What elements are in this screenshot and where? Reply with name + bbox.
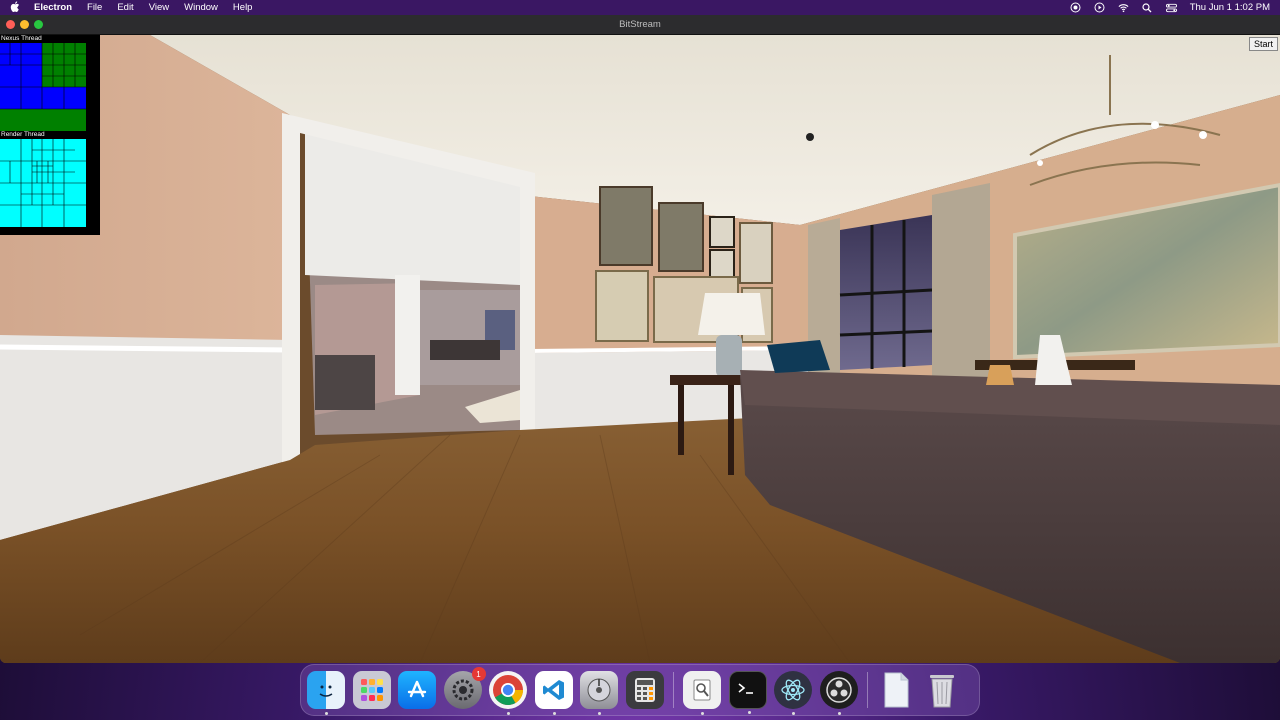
nexus-thread-label: Nexus Thread xyxy=(1,35,42,42)
dock-separator xyxy=(867,672,868,708)
system-settings-icon[interactable]: 1 xyxy=(443,667,486,709)
documents-stack-icon[interactable] xyxy=(877,671,915,709)
apple-menu-icon[interactable] xyxy=(10,0,24,15)
window-titlebar: BitStream xyxy=(0,15,1280,35)
dock-separator xyxy=(673,672,674,708)
running-indicator xyxy=(701,712,704,715)
play-circle-icon[interactable] xyxy=(1094,2,1105,13)
menu-file[interactable]: File xyxy=(87,2,102,13)
screen-record-icon[interactable] xyxy=(1070,2,1081,13)
menu-view[interactable]: View xyxy=(149,2,169,13)
obs-icon[interactable] xyxy=(819,671,858,715)
menu-clock[interactable]: Thu Jun 1 1:02 PM xyxy=(1190,2,1270,13)
running-indicator xyxy=(552,712,556,715)
app-store-icon[interactable] xyxy=(398,671,436,709)
search-icon[interactable] xyxy=(1142,2,1153,13)
running-indicator xyxy=(507,712,510,715)
notification-badge: 1 xyxy=(471,667,486,681)
menu-edit[interactable]: Edit xyxy=(117,2,133,13)
preview-icon[interactable] xyxy=(683,671,721,715)
menu-window[interactable]: Window xyxy=(184,2,218,13)
electron-icon[interactable] xyxy=(774,671,812,715)
running-indicator xyxy=(792,712,795,715)
render-thread-grid xyxy=(0,139,86,227)
debug-thread-panel: Nexus Thread Render Thread xyxy=(0,35,100,235)
minimize-window-button[interactable] xyxy=(20,20,29,29)
trash-icon[interactable] xyxy=(923,671,961,709)
running-indicator xyxy=(837,712,841,715)
dock: 1 xyxy=(300,664,980,716)
vscode-icon[interactable] xyxy=(534,671,573,715)
start-button[interactable]: Start xyxy=(1248,37,1278,51)
control-center-icon[interactable] xyxy=(1165,2,1177,13)
menu-bar: Electron File Edit View Window Help Thu … xyxy=(0,0,1280,15)
finder-icon[interactable] xyxy=(307,671,345,715)
launchpad-icon[interactable] xyxy=(352,671,391,709)
window-title: BitStream xyxy=(619,19,661,30)
menu-extras: Thu Jun 1 1:02 PM xyxy=(1057,0,1270,15)
menu-app-name[interactable]: Electron xyxy=(34,2,72,13)
running-indicator xyxy=(598,712,601,715)
close-window-button[interactable] xyxy=(6,20,15,29)
nexus-thread-grid xyxy=(0,43,86,131)
calculator-icon[interactable] xyxy=(625,671,664,709)
running-indicator xyxy=(325,712,328,715)
app-window: BitStream Nexus Thread Render Thread Sta… xyxy=(0,15,1280,663)
wifi-icon[interactable] xyxy=(1118,2,1129,13)
3d-viewport[interactable]: Nexus Thread Render Thread Start xyxy=(0,35,1280,663)
chrome-icon[interactable] xyxy=(489,671,527,715)
living-room-render xyxy=(0,35,1280,663)
menu-help[interactable]: Help xyxy=(233,2,253,13)
render-thread-label: Render Thread xyxy=(1,131,45,138)
disk-utility-icon[interactable] xyxy=(580,671,618,715)
running-indicator xyxy=(747,711,751,714)
zoom-window-button[interactable] xyxy=(34,20,43,29)
terminal-icon[interactable] xyxy=(728,671,767,714)
traffic-lights xyxy=(6,20,48,29)
